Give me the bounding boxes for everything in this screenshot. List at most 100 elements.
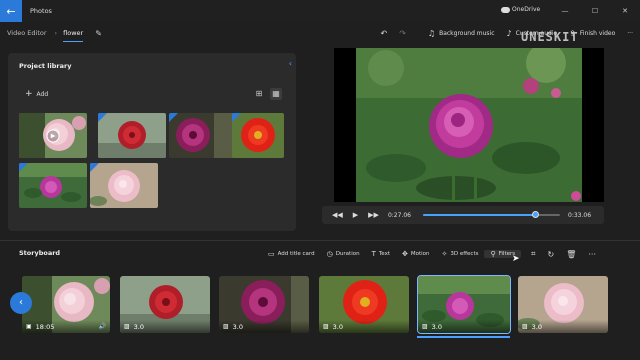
crop-icon[interactable]: ⌗ xyxy=(531,249,536,259)
library-item-red-dahlia[interactable] xyxy=(98,113,166,158)
duration-label: Duration xyxy=(335,251,360,257)
large-grid-view-icon[interactable]: ⊞ xyxy=(253,88,265,100)
add-media-button[interactable]: + Add xyxy=(25,89,48,99)
rewind-button[interactable]: ◀◀ xyxy=(332,211,343,219)
storyboard-toolbar: ▭ Add title card ◷ Duration T Text ✥ Motion … xyxy=(262,246,522,262)
image-clip-icon: ▨ xyxy=(223,323,229,330)
duration-button[interactable]: ◷ Duration xyxy=(321,250,366,258)
onedrive-status[interactable]: OneDrive xyxy=(512,6,540,13)
add-media-label: Add xyxy=(36,90,49,98)
selected-clip-indicator xyxy=(417,336,510,338)
rotate-icon[interactable]: ↻ xyxy=(548,250,555,259)
preview-frame xyxy=(356,48,582,202)
watermark-logo: UNESKIT xyxy=(521,30,579,44)
text-label: Text xyxy=(378,251,390,257)
redo-icon: ↷ xyxy=(399,28,406,38)
seek-slider[interactable] xyxy=(423,211,560,218)
finish-video-label: Finish video xyxy=(579,29,616,37)
undo-button[interactable]: ↶ xyxy=(378,29,391,38)
3d-effects-icon: ✧ xyxy=(441,250,448,258)
library-item-pale-pink-rose[interactable] xyxy=(90,163,158,208)
clip-duration: 3.0 xyxy=(232,322,244,331)
storyboard-clip-5[interactable]: ▨ 3.0 xyxy=(417,275,511,334)
clip-duration: 18:05 xyxy=(35,322,55,331)
storyboard-clip-2[interactable]: ▨ 3.0 xyxy=(120,276,210,333)
view-toggle: ⊞ ▦ xyxy=(253,88,282,100)
storyboard-clip-1[interactable]: ▣ 18:05 🔊 xyxy=(22,276,110,333)
image-clip-icon: ▨ xyxy=(124,323,130,330)
filters-icon: ⚲ xyxy=(490,250,496,258)
text-icon: T xyxy=(371,250,376,258)
collapse-library-icon[interactable]: ‹ xyxy=(289,59,292,68)
back-button[interactable]: ← xyxy=(0,0,22,22)
clip-info-bar: ▨ 3.0 xyxy=(518,320,608,333)
breadcrumb-separator: › xyxy=(54,29,58,37)
close-button[interactable]: ✕ xyxy=(610,0,640,22)
minimize-button[interactable]: — xyxy=(550,0,580,22)
redo-button[interactable]: ↷ xyxy=(396,29,409,38)
window-controls: — ☐ ✕ xyxy=(550,0,640,22)
command-bar-actions: ↶ ↷ ♫ Background music ♪ Custom audio ⇪ Fin… xyxy=(378,22,637,44)
video-preview[interactable] xyxy=(334,48,604,202)
library-item-pink-rose-garden[interactable] xyxy=(19,163,87,208)
library-item-red-gerbera[interactable] xyxy=(232,113,284,158)
add-title-card-button[interactable]: ▭ Add title card xyxy=(262,250,321,258)
storyboard-clip-6[interactable]: ▨ 3.0 xyxy=(518,276,608,333)
breadcrumb-video-editor[interactable]: Video Editor xyxy=(7,29,47,37)
delete-icon[interactable]: 🗑 xyxy=(566,250,576,259)
clip-info-bar: ▨ 3.0 xyxy=(120,320,210,333)
audio-icon: ♪ xyxy=(506,28,512,38)
current-time: 0:27.06 xyxy=(387,211,411,219)
storyboard-clip-3[interactable]: ▨ 3.0 xyxy=(219,276,309,333)
motion-button[interactable]: ✥ Motion xyxy=(396,250,436,258)
seek-progress xyxy=(423,214,536,216)
project-name[interactable]: flower xyxy=(63,29,84,42)
title-bar: ← Photos OneDrive — ☐ ✕ xyxy=(0,0,640,22)
more-icon: ··· xyxy=(627,29,633,37)
forward-button[interactable]: ▶▶ xyxy=(368,211,379,219)
3d-effects-label: 3D effects xyxy=(450,251,479,257)
photos-video-editor: ← Photos OneDrive — ☐ ✕ Video Editor › f… xyxy=(0,0,640,360)
scroll-left-button[interactable]: ‹ xyxy=(10,292,32,314)
play-button[interactable]: ▶ xyxy=(353,211,358,219)
library-item-magenta-dahlia[interactable] xyxy=(169,113,237,158)
motion-icon: ✥ xyxy=(401,250,408,258)
clip-duration: 3.0 xyxy=(332,322,344,331)
background-music-button[interactable]: ♫ Background music xyxy=(425,29,498,38)
back-arrow-icon: ← xyxy=(6,4,16,18)
library-item-video-pink-rose[interactable]: ▶ xyxy=(19,113,87,158)
mouse-cursor-icon: ➤ xyxy=(512,254,520,264)
plus-icon: + xyxy=(25,89,33,99)
more-icon[interactable]: ··· xyxy=(588,250,596,259)
image-clip-icon: ▨ xyxy=(422,323,428,330)
3d-effects-button[interactable]: ✧ 3D effects xyxy=(436,250,485,258)
app-title: Photos xyxy=(30,7,52,15)
in-project-marker xyxy=(90,163,99,172)
seek-thumb[interactable] xyxy=(531,211,539,218)
rename-pencil-icon[interactable]: ✎ xyxy=(95,29,102,38)
maximize-button[interactable]: ☐ xyxy=(580,0,610,22)
project-library-title: Project library xyxy=(19,62,72,70)
clock-icon: ◷ xyxy=(326,250,333,258)
clip-duration: 3.0 xyxy=(133,322,145,331)
volume-icon[interactable]: 🔊 xyxy=(99,323,106,330)
more-options-button[interactable]: ··· xyxy=(624,30,636,37)
video-clip-icon: ▣ xyxy=(26,323,32,330)
clip-info-bar: ▨ 3.0 xyxy=(319,320,409,333)
play-overlay-icon: ▶ xyxy=(46,129,60,142)
image-clip-icon: ▨ xyxy=(522,323,528,330)
storyboard-icon-actions: ⌗ ↻ 🗑 ··· xyxy=(531,246,596,262)
storyboard-clip-4[interactable]: ▨ 3.0 xyxy=(319,276,409,333)
in-project-marker xyxy=(19,163,28,172)
add-title-card-label: Add title card xyxy=(277,251,315,257)
clip-info-bar: ▣ 18:05 🔊 xyxy=(22,320,110,333)
music-note-icon: ♫ xyxy=(427,28,436,38)
in-project-marker xyxy=(169,113,178,122)
cloud-icon xyxy=(501,7,510,13)
small-grid-view-icon[interactable]: ▦ xyxy=(270,88,282,100)
undo-icon: ↶ xyxy=(380,28,388,38)
clip-info-bar: ▨ 3.0 xyxy=(418,320,510,333)
motion-label: Motion xyxy=(410,251,430,257)
playback-bar: ◀◀ ▶ ▶▶ 0:27.06 0:33.06 xyxy=(322,206,604,224)
text-button[interactable]: T Text xyxy=(366,250,396,258)
